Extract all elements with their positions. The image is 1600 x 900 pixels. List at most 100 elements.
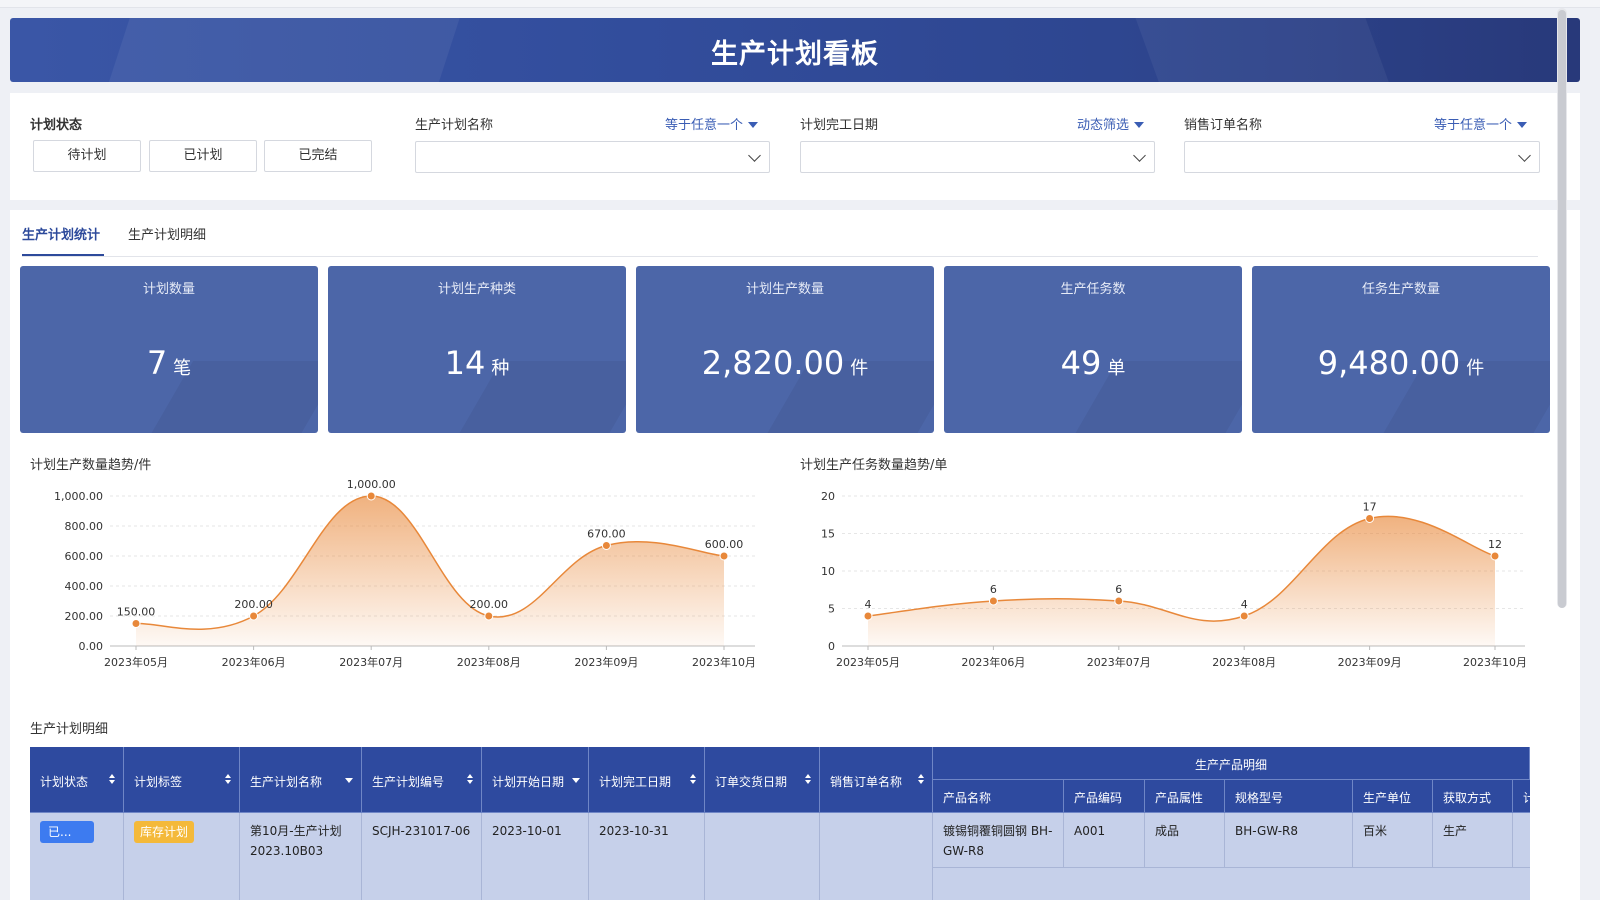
column-header-label: 生产计划名称 [250,775,323,789]
caret-down-icon [1517,122,1528,128]
kpi-value: 7 [146,344,168,382]
tab-plan-detail[interactable]: 生产计划明细 [128,224,206,243]
plan-name-mode-dropdown[interactable]: 等于任意一个 [665,114,759,133]
kpi-value: 14 [444,344,486,382]
data-point [366,491,376,501]
sort-icon[interactable] [918,774,924,786]
finish-date-select[interactable] [800,141,1155,173]
status-filter-label: 计划状态 [30,118,83,133]
kpi-title: 计划生产种类 [437,282,516,297]
table-cell-finish-date: 2023-10-31 [589,813,705,900]
table-cell-delivery-date [705,813,820,900]
x-tick-label: 2023年09月 [574,655,638,669]
page-title: 生产计划看板 [711,39,879,70]
column-header-label: 规格型号 [1235,791,1284,805]
column-header-product-attribute[interactable]: 产品属性 [1145,780,1225,813]
data-label: 4 [1241,598,1248,611]
column-header-start-date[interactable]: 计划开始日期 [482,747,589,813]
sort-icon[interactable] [805,774,811,786]
column-header-label: 产品属性 [1155,791,1204,805]
page-scrollbar-thumb[interactable] [1558,10,1566,608]
kpi-value: 9,480.00 [1317,344,1461,382]
column-header-sales-order[interactable]: 销售订单名称 [820,747,933,813]
column-header-label: 产品名称 [943,791,992,805]
status-pending-button[interactable]: 待计划 [33,140,141,172]
data-point [1114,596,1124,606]
status-finished-button[interactable]: 已完结 [264,140,372,172]
x-tick-label: 2023年05月 [104,655,168,669]
data-point [719,551,729,561]
table-cell-more [1513,813,1530,868]
data-point [249,611,259,621]
sort-icon[interactable] [109,774,115,786]
column-header-plan-name[interactable]: 生产计划名称 [240,747,362,813]
y-tick-label: 1,000.00 [54,490,103,503]
data-point [863,611,873,621]
status-planned-button[interactable]: 已计划 [149,140,257,172]
column-header-finish-date[interactable]: 计划完工日期 [589,747,705,813]
plan-detail-table: 计划状态 计划标签 生产计划名称 生产计划编号 计划开始日期 计划完工日期 订单… [30,747,1530,900]
finish-date-mode-label: 动态筛选 [1077,118,1130,133]
status-badge[interactable]: 已... [40,821,94,843]
table-cell-plan-code: SCJH-231017-06 [362,813,482,900]
column-header-label: 生产单位 [1363,791,1412,805]
column-header-label: 产品编码 [1074,791,1123,805]
sales-order-select[interactable] [1184,141,1540,173]
kpi-card-product-types: 计划生产种类 14 种 [328,266,626,433]
kpi-value: 2,820.00 [701,344,845,382]
table-cell-product-code: A001 [1064,813,1145,868]
data-label: 200.00 [234,598,273,611]
table-cell-start-date: 2023-10-01 [482,813,589,900]
y-tick-label: 20 [821,490,835,503]
column-header-plan-tag[interactable]: 计划标签 [124,747,240,813]
tab-plan-statistics[interactable]: 生产计划统计 [22,224,100,243]
data-point [131,619,141,628]
column-header-label: 销售订单名称 [830,775,903,789]
sort-desc-icon[interactable] [345,778,353,783]
sort-icon[interactable] [690,774,696,786]
column-header-acquire[interactable]: 获取方式 [1433,780,1513,813]
column-header-label: 计划状态 [40,775,89,789]
sort-icon[interactable] [225,774,231,786]
column-header-delivery-date[interactable]: 订单交货日期 [705,747,820,813]
tab-divider [22,256,1538,257]
column-header-unit[interactable]: 生产单位 [1353,780,1433,813]
data-point [1239,611,1249,621]
kpi-unit: 单 [1107,358,1126,379]
column-header-spec[interactable]: 规格型号 [1225,780,1353,813]
plan-name-mode-label: 等于任意一个 [665,118,744,133]
y-tick-label: 600.00 [65,550,104,563]
finish-date-mode-dropdown[interactable]: 动态筛选 [1077,114,1145,133]
column-header-plan-code[interactable]: 生产计划编号 [362,747,482,813]
column-header-product-name[interactable]: 产品名称 [933,780,1064,813]
finish-date-filter-label: 计划完工日期 [800,118,879,133]
top-strip [0,0,1600,8]
sales-order-mode-dropdown[interactable]: 等于任意一个 [1434,114,1528,133]
sort-icon[interactable] [467,774,473,786]
kpi-value-row: 14 种 [328,344,626,382]
column-header-plan-status[interactable]: 计划状态 [30,747,124,813]
column-header-label: 计划标签 [134,775,183,789]
x-tick-label: 2023年06月 [961,655,1025,669]
column-header-more[interactable]: 计 [1513,780,1530,813]
kpi-value-row: 2,820.00 件 [636,344,934,382]
sort-desc-icon[interactable] [572,778,580,783]
kpi-card-plan-count: 计划数量 7笔 [20,266,318,433]
data-label: 1,000.00 [347,478,396,491]
header-banner: 生产计划看板 [10,18,1580,82]
chevron-down-icon [1518,149,1531,162]
kpi-value-row: 7笔 [20,344,318,382]
kpi-title: 计划生产数量 [745,282,824,297]
kpi-title: 任务生产数量 [1361,282,1440,297]
x-tick-label: 2023年08月 [457,655,521,669]
y-tick-label: 0.00 [79,640,104,653]
table-cell-unit: 百米 [1353,813,1433,868]
kpi-value: 49 [1060,344,1102,382]
table-cell-sales-order [820,813,933,900]
kpi-card-task-count: 生产任务数 49 单 [944,266,1242,433]
chevron-down-icon [748,149,761,162]
data-point [484,611,494,621]
column-header-product-code[interactable]: 产品编码 [1064,780,1145,813]
plan-name-select[interactable] [415,141,770,173]
table-cell-tag: 库存计划 [124,813,240,900]
